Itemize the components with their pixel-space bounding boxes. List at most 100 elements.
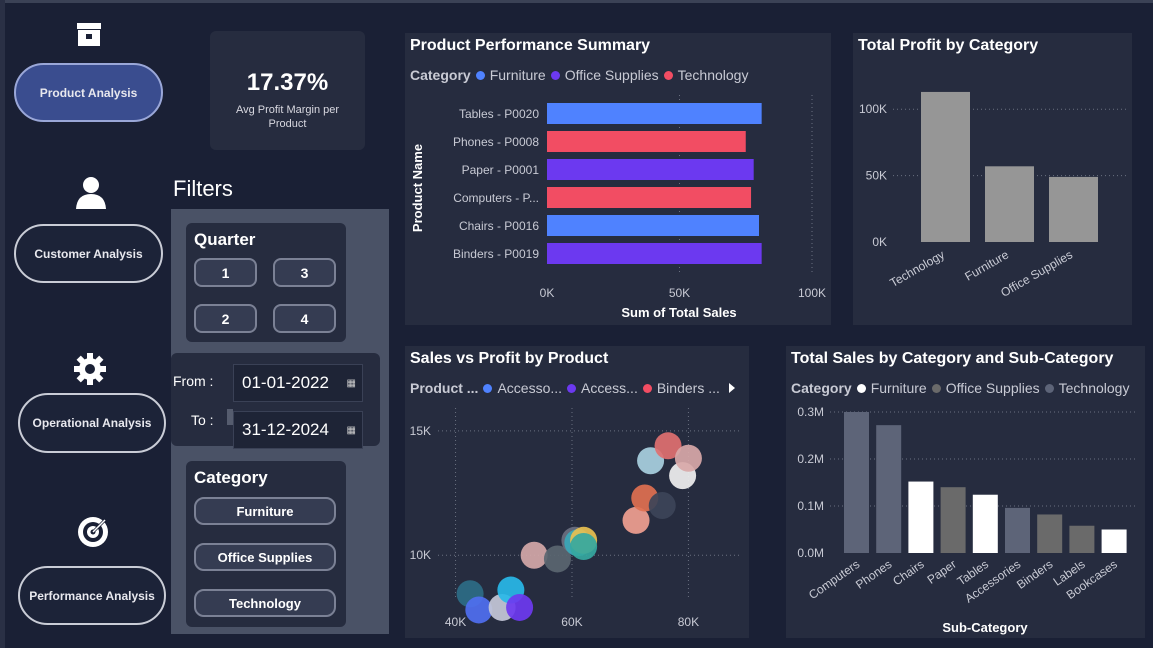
bar xyxy=(1101,529,1127,553)
category-technology-button[interactable]: Technology xyxy=(194,589,336,617)
box-icon xyxy=(73,18,105,50)
x-tick-label: 60K xyxy=(561,615,582,629)
calendar-icon[interactable]: ▦ xyxy=(347,425,356,436)
y-tick-label: 50K xyxy=(866,169,887,183)
scatter-point xyxy=(465,596,493,624)
y-axis-label: Product Name xyxy=(410,144,425,232)
date-to-input[interactable]: 31-12-2024 ▦ xyxy=(233,411,363,449)
x-tick-label: Binders xyxy=(1014,557,1055,592)
x-tick-label: Paper xyxy=(925,557,959,587)
bar xyxy=(1005,507,1030,553)
x-tick-label: Chairs xyxy=(890,557,926,588)
y-tick-label: 100K xyxy=(859,102,887,116)
nav-label: Product Analysis xyxy=(39,85,138,100)
sales-by-subcategory-chart: Total Sales by Category and Sub-Category… xyxy=(786,346,1145,638)
bar xyxy=(547,187,752,208)
y-tick-label: 0K xyxy=(872,235,887,249)
y-tick-label: Binders - P0019 xyxy=(453,247,539,261)
calendar-icon[interactable]: ▦ xyxy=(347,378,356,389)
quarter-4-button[interactable]: 4 xyxy=(273,304,336,333)
top-border xyxy=(0,0,1153,3)
x-axis-label: Sum of Total Sales xyxy=(621,305,736,320)
sales-vs-profit-chart: Sales vs Profit by Product Product ... A… xyxy=(405,346,749,638)
nav-customer-analysis-button[interactable]: Customer Analysis xyxy=(14,224,163,283)
y-tick-label: Paper - P0001 xyxy=(462,163,540,177)
target-icon xyxy=(76,515,110,549)
quarter-1-button[interactable]: 1 xyxy=(194,258,257,287)
category-furniture-button[interactable]: Furniture xyxy=(194,497,336,525)
filters-title: Filters xyxy=(173,176,233,201)
scatter-point xyxy=(570,533,598,561)
bar xyxy=(844,412,869,553)
y-tick-label: 0.3M xyxy=(797,405,824,419)
bar xyxy=(908,481,934,553)
x-tick-label: 100K xyxy=(798,286,826,300)
scatter-point xyxy=(674,444,702,472)
x-tick-label: 80K xyxy=(678,615,699,629)
bar xyxy=(547,159,754,180)
bar xyxy=(547,243,762,264)
scatter-point xyxy=(520,541,548,569)
nav-label: Performance Analysis xyxy=(29,588,155,603)
bar xyxy=(1069,525,1095,553)
quarter-card: Quarter 1 3 2 4 xyxy=(186,223,346,342)
category-title: Category xyxy=(194,468,268,487)
quarter-2-button[interactable]: 2 xyxy=(194,304,257,333)
bar xyxy=(547,103,762,124)
user-icon xyxy=(74,174,108,210)
y-tick-label: 15K xyxy=(410,424,431,438)
nav-product-analysis-button[interactable]: Product Analysis xyxy=(14,63,163,122)
x-tick-label: Office Supplies xyxy=(998,247,1075,299)
date-to-value: 31-12-2024 xyxy=(242,420,329,439)
scatter-point xyxy=(648,491,676,519)
date-from-value: 01-01-2022 xyxy=(242,373,329,392)
bar xyxy=(547,215,759,236)
y-tick-label: 0.2M xyxy=(797,452,824,466)
bar xyxy=(921,91,970,242)
x-tick-label: Technology xyxy=(887,247,947,289)
profit-by-category-chart: Total Profit by Category 0K 50K 100K Techno… xyxy=(853,33,1132,325)
nav-performance-analysis-button[interactable]: Performance Analysis xyxy=(18,566,166,625)
bar xyxy=(972,494,998,553)
bar xyxy=(940,487,966,553)
bar xyxy=(1037,514,1063,553)
gear-icon xyxy=(72,351,108,387)
bar xyxy=(985,166,1034,242)
kpi-card: 17.37% Avg Profit Margin per Product xyxy=(210,31,365,150)
date-from-input[interactable]: 01-01-2022 ▦ xyxy=(233,364,363,402)
y-tick-label: 0.1M xyxy=(797,499,824,513)
date-to-label: To : xyxy=(191,412,214,428)
x-tick-label: 40K xyxy=(445,615,466,629)
x-tick-label: Furniture xyxy=(962,247,1011,283)
scatter-point xyxy=(506,593,534,621)
product-performance-chart: Product Performance Summary Category Fur… xyxy=(405,33,831,325)
x-tick-label: Phones xyxy=(853,557,894,592)
y-tick-label: 10K xyxy=(410,548,431,562)
chart-plot: 0.0M0.1M0.2M0.3MComputersPhonesChairsPap… xyxy=(797,405,1138,635)
bar xyxy=(1049,176,1098,242)
kpi-label: Avg Profit Margin per Product xyxy=(235,104,340,130)
category-card: Category Furniture Office Supplies Techn… xyxy=(186,461,346,627)
bar xyxy=(876,425,902,553)
y-tick-label: Phones - P0008 xyxy=(453,135,539,149)
quarter-3-button[interactable]: 3 xyxy=(273,258,336,287)
chart-plot: 0K 50K 100K Technology FurnitureOffice Suppl… xyxy=(859,91,1128,300)
category-office-supplies-button[interactable]: Office Supplies xyxy=(194,543,336,571)
x-tick-label: 0K xyxy=(540,286,555,300)
kpi-value: 17.37% xyxy=(246,69,329,96)
y-tick-label: 0.0M xyxy=(797,546,824,560)
chart-plot: 0K 50K 100K Tables - P0020 Phones - P0008 Pap… xyxy=(410,95,826,320)
quarter-title: Quarter xyxy=(194,230,256,249)
bar xyxy=(547,131,746,152)
chart-plot: 10K 15K 40K 60K 80K xyxy=(410,408,739,629)
date-from-label: From : xyxy=(173,373,214,389)
y-tick-label: Computers - P... xyxy=(453,191,539,205)
nav-label: Operational Analysis xyxy=(32,416,152,430)
left-edge xyxy=(0,0,5,648)
x-axis-label: Sub-Category xyxy=(942,620,1028,635)
y-tick-label: Tables - P0020 xyxy=(459,107,539,121)
nav-operational-analysis-button[interactable]: Operational Analysis xyxy=(18,393,166,453)
nav-label: Customer Analysis xyxy=(34,246,143,261)
y-tick-label: Chairs - P0016 xyxy=(459,219,539,233)
x-tick-label: 50K xyxy=(669,286,690,300)
